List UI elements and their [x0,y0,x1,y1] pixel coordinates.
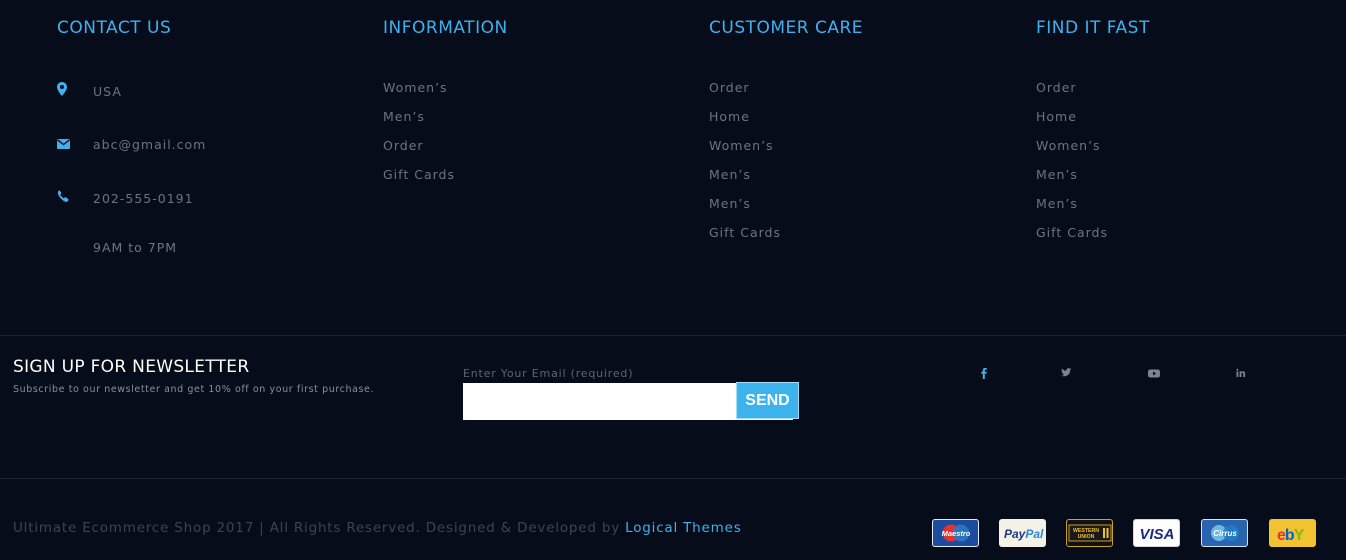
information-link[interactable]: Order [383,138,455,167]
contact-hours: 9AM to 7PM [93,240,178,255]
information-link[interactable]: Men’s [383,109,455,138]
information-column: INFORMATION [383,18,508,38]
logical-themes-link[interactable]: Logical Themes [625,520,741,536]
email-label: Enter Your Email (required) [463,367,634,380]
svg-text:PayPal: PayPal [1004,527,1044,541]
ebay-y-text: Y [1293,527,1304,544]
copyright: Ultimate Ecommerce Shop 2017 | All Right… [13,520,742,536]
information-heading: INFORMATION [383,18,508,38]
ebay-icon: ebY [1269,519,1316,547]
find-it-fast-link[interactable]: Women’s [1036,138,1108,167]
phone-icon [57,189,71,203]
information-link[interactable]: Women’s [383,80,455,109]
twitter-icon[interactable] [1059,366,1073,380]
find-it-fast-heading: FIND IT FAST [1036,18,1150,38]
customer-care-link[interactable]: Men’s [709,196,781,225]
find-it-fast-link[interactable]: Gift Cards [1036,225,1108,254]
contact-location: USA [93,84,122,99]
youtube-icon[interactable] [1147,366,1161,380]
western-union-line2: UNION [1077,534,1094,540]
cirrus-icon: Cirrus [1201,519,1248,547]
find-it-fast-column: FIND IT FAST [1036,18,1150,38]
svg-text:ebY: ebY [1277,527,1305,544]
contact-heading: CONTACT US [57,18,172,38]
customer-care-column: CUSTOMER CARE [709,18,863,38]
customer-care-links: Order Home Women’s Men’s Men’s Gift Card… [709,80,781,254]
customer-care-heading: CUSTOMER CARE [709,18,864,38]
customer-care-link[interactable]: Men’s [709,167,781,196]
copyright-text: Ultimate Ecommerce Shop 2017 | All Right… [13,520,626,536]
maestro-label: Maestro [941,529,970,538]
contact-phone[interactable]: 202-555-0191 [93,191,194,206]
footer-top: CONTACT US USA abc@gmail.com 202-555-019… [0,0,1346,335]
customer-care-link[interactable]: Home [709,109,781,138]
western-union-icon: WESTERN UNION [1066,519,1113,547]
information-link[interactable]: Gift Cards [383,167,455,196]
facebook-icon[interactable] [977,366,991,380]
contact-column: CONTACT US [57,18,171,38]
find-it-fast-link[interactable]: Home [1036,109,1108,138]
customer-care-link[interactable]: Order [709,80,781,109]
paypal-icon: PayPal [999,519,1046,547]
linkedin-icon[interactable] [1234,366,1248,380]
map-pin-icon [57,82,71,96]
newsletter-title: SIGN UP FOR NEWSLETTER [13,357,250,377]
information-links: Women’s Men’s Order Gift Cards [383,80,455,196]
maestro-icon: Maestro [932,519,979,547]
visa-icon: VISA [1133,519,1180,547]
contact-email[interactable]: abc@gmail.com [93,137,206,152]
divider [0,335,1346,336]
newsletter-subtitle: Subscribe to our newsletter and get 10% … [13,384,375,395]
visa-label: VISA [1139,526,1174,543]
find-it-fast-link[interactable]: Men’s [1036,167,1108,196]
find-it-fast-links: Order Home Women’s Men’s Men’s Gift Card… [1036,80,1108,254]
send-button[interactable]: SEND [736,382,799,419]
cirrus-label: Cirrus [1213,529,1237,538]
divider [0,478,1346,479]
paypal-pay-text: Pay [1004,527,1027,541]
find-it-fast-link[interactable]: Order [1036,80,1108,109]
paypal-pal-text: Pal [1025,527,1044,541]
customer-care-link[interactable]: Women’s [709,138,781,167]
find-it-fast-link[interactable]: Men’s [1036,196,1108,225]
customer-care-link[interactable]: Gift Cards [709,225,781,254]
envelope-icon [57,136,71,150]
